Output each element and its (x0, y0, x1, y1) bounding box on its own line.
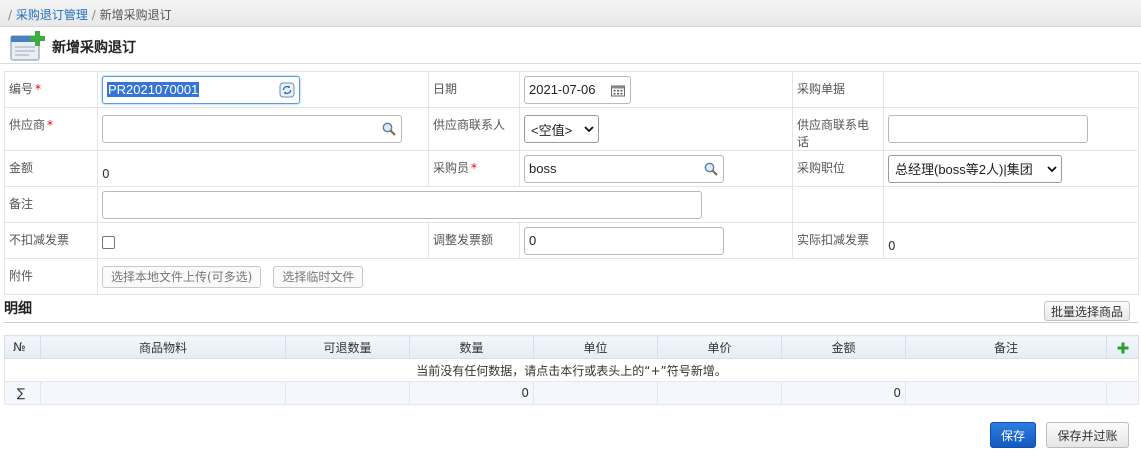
code-label: 编号 (9, 82, 34, 96)
date-label: 日期 (433, 82, 458, 96)
supplier-phone-input[interactable] (888, 115, 1088, 143)
supplier-phone-label: 供应商联系电话 (797, 118, 870, 149)
amount-value: 0 (102, 166, 110, 181)
empty-data-row[interactable]: 当前没有任何数据，请点击本行或表头上的“+”符号新增。 (4, 358, 1139, 382)
code-input[interactable]: PR2021070001 (102, 75, 300, 104)
save-and-post-button[interactable]: 保存并过账 (1046, 422, 1129, 448)
buyer-position-label: 采购职位 (797, 161, 846, 175)
supplier-contact-select[interactable]: <空值> (524, 115, 599, 143)
purchase-order-value (883, 71, 1139, 108)
actual-deduct-value: 0 (888, 238, 896, 253)
column-header-product[interactable]: 商品物料 (40, 335, 286, 359)
code-value: PR2021070001 (107, 82, 200, 97)
sum-amount: 0 (781, 381, 906, 405)
required-marker: * (35, 82, 42, 96)
buyer-position-value: 总经理(boss等2人)|集团 (895, 162, 1033, 177)
chevron-down-icon (1047, 165, 1057, 172)
chevron-down-icon (584, 126, 594, 133)
grid-header-row: № 商品物料 可退数量 数量 单位 单价 金额 备注 (4, 335, 1139, 359)
breadcrumb-link-purchase-return[interactable]: 采购退订管理 (16, 8, 88, 22)
adjust-invoice-label: 调整发票额 (433, 233, 494, 247)
add-icon[interactable] (1117, 342, 1129, 354)
refresh-icon[interactable] (279, 82, 295, 98)
supplier-contact-value: <空值> (531, 122, 573, 138)
no-deduct-invoice-label: 不扣减发票 (9, 233, 70, 247)
sum-quantity: 0 (409, 381, 534, 405)
column-header-unit-price[interactable]: 单价 (657, 335, 782, 359)
new-document-icon (10, 31, 45, 61)
detail-section-title: 明细 (4, 301, 32, 317)
page-header: 新增采购退订 (0, 27, 1141, 64)
column-header-amount[interactable]: 金额 (781, 335, 906, 359)
date-input[interactable]: 2021-07-06 (524, 75, 631, 104)
calendar-icon[interactable] (610, 83, 626, 99)
detail-grid: № 商品物料 可退数量 数量 单位 单价 金额 备注 当前没有任何数据，请点击本… (4, 335, 1139, 405)
column-header-quantity[interactable]: 数量 (409, 335, 534, 359)
supplier-label: 供应商 (9, 118, 46, 132)
supplier-contact-label: 供应商联系人 (433, 118, 506, 132)
buyer-value: boss (529, 161, 557, 176)
page-title: 新增采购退订 (52, 40, 136, 56)
no-deduct-invoice-checkbox[interactable] (102, 236, 115, 249)
add-row-header-cell[interactable] (1106, 335, 1139, 359)
adjust-invoice-value: 0 (529, 233, 537, 248)
amount-label: 金额 (9, 161, 34, 175)
required-marker: * (47, 118, 54, 132)
adjust-invoice-input[interactable]: 0 (524, 226, 724, 255)
column-header-unit[interactable]: 单位 (533, 335, 658, 359)
summary-row: ∑ 0 0 (4, 381, 1139, 405)
attachment-label: 附件 (9, 269, 34, 283)
column-header-no: № (4, 335, 41, 359)
buyer-position-select[interactable]: 总经理(boss等2人)|集团 (888, 154, 1062, 183)
purchase-order-label: 采购单据 (797, 82, 846, 96)
required-marker: * (471, 161, 478, 175)
remark-input[interactable] (102, 190, 702, 219)
sum-symbol: ∑ (4, 381, 41, 405)
breadcrumb: / 采购退订管理 / 新增采购退订 (0, 0, 1141, 27)
buyer-label: 采购员 (433, 161, 470, 175)
search-icon[interactable] (381, 121, 397, 137)
date-value: 2021-07-06 (529, 82, 596, 97)
column-header-returnable-qty[interactable]: 可退数量 (285, 335, 410, 359)
save-button[interactable]: 保存 (990, 422, 1036, 448)
section-divider (4, 322, 1138, 323)
remark-label: 备注 (9, 197, 34, 211)
breadcrumb-current: 新增采购退订 (99, 8, 172, 22)
column-header-remark[interactable]: 备注 (905, 335, 1107, 359)
select-temp-file-button[interactable]: 选择临时文件 (273, 265, 364, 288)
upload-local-files-button[interactable]: 选择本地文件上传(可多选) (102, 265, 262, 288)
supplier-input[interactable] (102, 115, 402, 143)
breadcrumb-separator: / (91, 8, 96, 22)
purchase-return-form: 编号 * PR2021070001 日期 2021-07-06 采购单据 供应商… (4, 71, 1139, 295)
batch-select-products-button[interactable]: 批量选择商品 (1044, 301, 1130, 321)
actual-deduct-label: 实际扣减发票 (797, 233, 870, 247)
search-icon[interactable] (703, 161, 719, 177)
empty-data-message[interactable]: 当前没有任何数据，请点击本行或表头上的“+”符号新增。 (4, 358, 1139, 382)
buyer-input[interactable]: boss (524, 154, 724, 183)
breadcrumb-separator: / (8, 8, 13, 22)
